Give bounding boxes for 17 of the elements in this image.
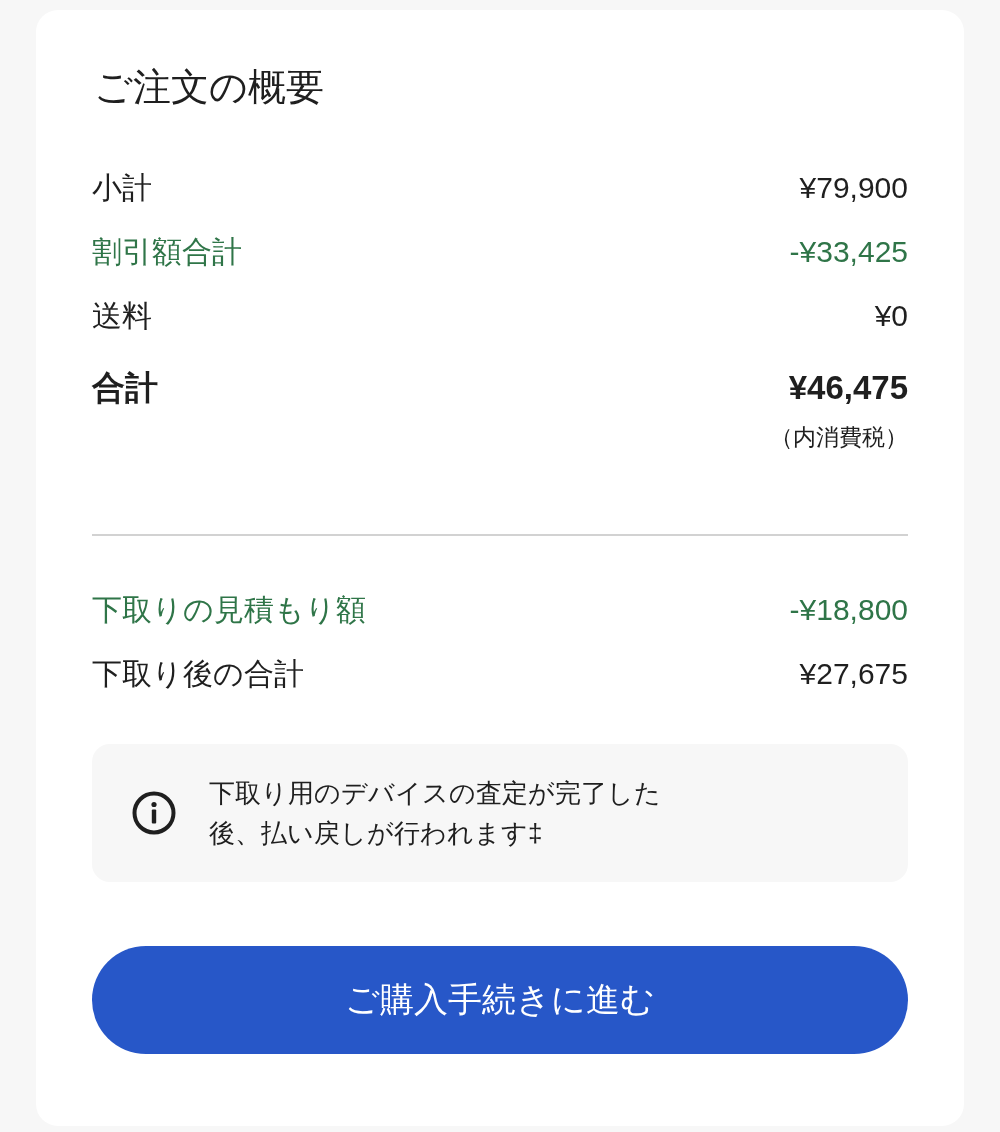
summary-amount: ¥79,900 xyxy=(799,171,908,205)
trade-in-label: 下取りの見積もり額 xyxy=(92,591,366,628)
summary-amount: ¥0 xyxy=(874,299,908,333)
refund-notice: 下取り用のデバイスの査定が完了した後、払い戻しが行われます‡ xyxy=(209,777,662,850)
proceed-to-checkout-button[interactable]: ご購入手続きに進む xyxy=(92,946,908,1054)
summary-amount: ¥46,475 xyxy=(788,369,908,407)
order-summary-title: ご注文の概要 xyxy=(93,65,325,110)
summary-label: 割引額合計 xyxy=(92,233,242,270)
summary-label: 合計 xyxy=(92,367,158,408)
trade-in-label: 下取り後の合計 xyxy=(92,655,304,692)
tax-note: （内消費税） xyxy=(770,423,908,452)
trade-in-amount: ¥27,675 xyxy=(799,657,908,691)
trade-in-amount: -¥18,800 xyxy=(789,593,908,627)
summary-label: 送料 xyxy=(92,297,152,334)
summary-amount: -¥33,425 xyxy=(789,235,908,269)
summary-label: 小計 xyxy=(92,169,152,206)
info-icon xyxy=(132,791,176,835)
